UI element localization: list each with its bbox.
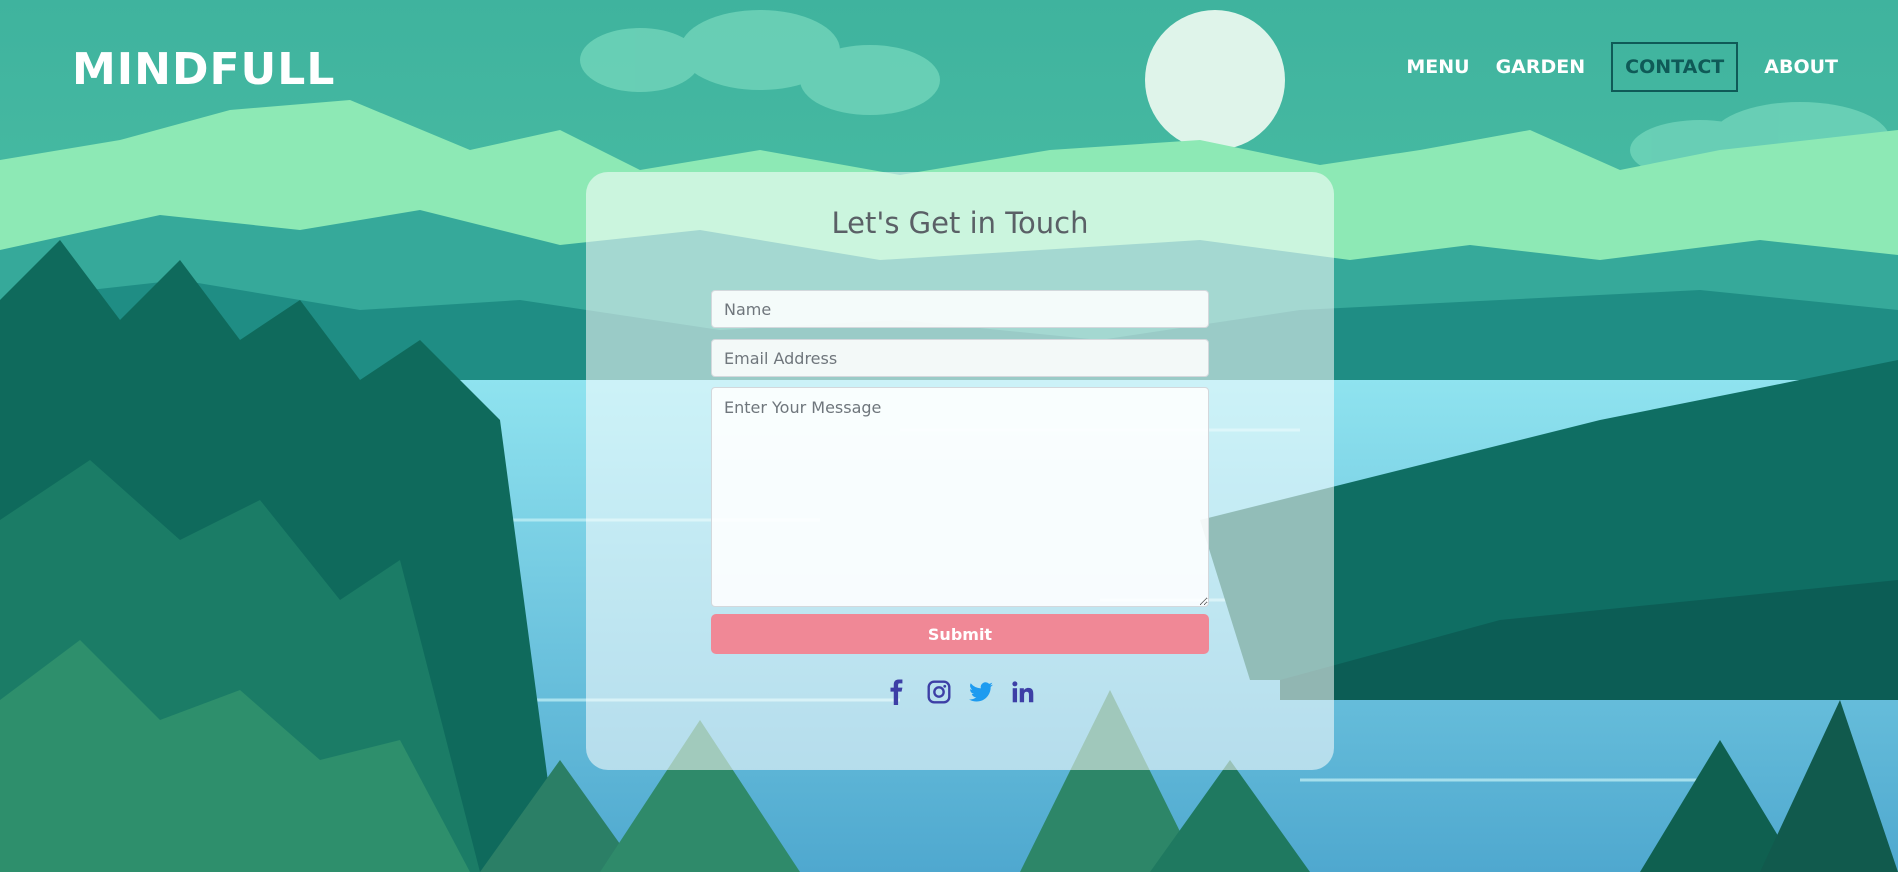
name-input[interactable] [711, 290, 1209, 328]
site-logo[interactable]: MINDFULL [72, 44, 335, 95]
twitter-icon[interactable] [967, 678, 995, 706]
nav-item-contact[interactable]: CONTACT [1611, 42, 1739, 92]
nav-item-menu[interactable]: MENU [1406, 44, 1469, 90]
contact-title: Let's Get in Touch [831, 206, 1089, 240]
nav-item-garden[interactable]: GARDEN [1496, 44, 1586, 90]
submit-button[interactable]: Submit [711, 614, 1209, 654]
message-textarea[interactable] [711, 387, 1209, 607]
nav-item-about[interactable]: ABOUT [1764, 44, 1838, 90]
instagram-icon[interactable] [925, 678, 953, 706]
social-links [586, 678, 1334, 706]
facebook-icon[interactable] [883, 678, 911, 706]
linkedin-icon[interactable] [1009, 678, 1037, 706]
contact-card: Let's Get in Touch Submit [586, 172, 1334, 770]
site-header: MINDFULL MENU GARDEN CONTACT ABOUT [0, 0, 1898, 140]
main-nav: MENU GARDEN CONTACT ABOUT [1406, 42, 1838, 92]
email-input[interactable] [711, 339, 1209, 377]
